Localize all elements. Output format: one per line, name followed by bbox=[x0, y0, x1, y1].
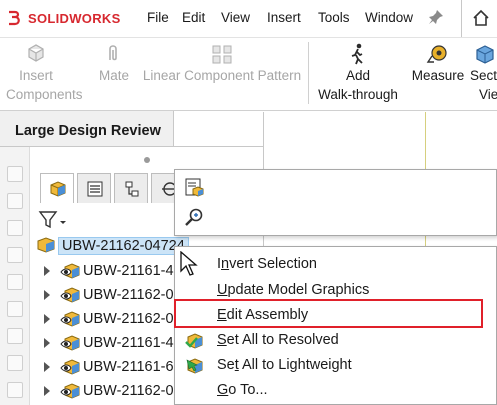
add-walkthrough-button[interactable]: Add Walk-through bbox=[314, 42, 402, 104]
lightweight-part-icon bbox=[60, 311, 80, 327]
measure-button[interactable]: Measure bbox=[410, 42, 466, 85]
pin-icon[interactable] bbox=[428, 9, 444, 25]
section-view-icon bbox=[476, 45, 494, 64]
lightweight-part-icon bbox=[60, 383, 80, 399]
expand-arrow-icon[interactable] bbox=[44, 266, 50, 276]
expand-arrow-icon[interactable] bbox=[44, 362, 50, 372]
strip-tool-icon-2[interactable] bbox=[7, 193, 23, 209]
insert-components-button[interactable]: Insert Components bbox=[6, 42, 83, 104]
menu-insert[interactable]: Insert bbox=[267, 10, 301, 25]
add-walkthrough-label-1: Add bbox=[345, 68, 371, 83]
menu-item-set-all-to-resolved[interactable]: Set All to Resolved bbox=[175, 328, 496, 353]
zoom-to-selection-icon[interactable] bbox=[184, 207, 204, 227]
strip-tool-icon-9[interactable] bbox=[7, 382, 23, 398]
expand-arrow-icon[interactable] bbox=[44, 290, 50, 300]
tab-property-manager[interactable] bbox=[77, 173, 111, 203]
menu-edit[interactable]: Edit bbox=[182, 10, 205, 25]
ds-logo-icon bbox=[9, 10, 20, 26]
section-view-label-2: Vie bbox=[479, 87, 497, 102]
tree-root-label: UBW-21162-04724 bbox=[58, 237, 189, 255]
tab-feature-manager[interactable] bbox=[40, 173, 74, 203]
tree-item-label: UBW-21162-0 bbox=[83, 311, 174, 327]
tab-large-design-review[interactable]: Large Design Review bbox=[0, 111, 174, 147]
section-view-button[interactable]: Sect Vie bbox=[470, 42, 497, 104]
component-properties-icon[interactable] bbox=[184, 177, 204, 197]
assembly-cube-icon bbox=[50, 181, 66, 197]
section-view-label-1: Sect bbox=[470, 68, 497, 83]
expand-arrow-icon[interactable] bbox=[44, 314, 50, 324]
tab-large-design-review-label: Large Design Review bbox=[15, 123, 161, 139]
solidworks-logo[interactable]: SOLIDWORKS bbox=[6, 6, 121, 30]
menu-item-invert-selection[interactable]: Invert Selection bbox=[175, 252, 496, 277]
context-toolbar bbox=[174, 169, 497, 236]
configuration-tree-icon bbox=[125, 181, 139, 197]
mate-label: Mate bbox=[98, 68, 129, 83]
strip-tool-icon-7[interactable] bbox=[7, 328, 23, 344]
add-walkthrough-label-2: Walk-through bbox=[318, 87, 398, 102]
insert-components-label-1: Insert bbox=[19, 68, 53, 83]
strip-tool-icon-4[interactable] bbox=[7, 247, 23, 263]
expand-arrow-icon[interactable] bbox=[44, 338, 50, 348]
menu-item-label: Update Model Graphics bbox=[217, 282, 370, 298]
measure-tape-icon bbox=[426, 45, 447, 63]
measure-label: Measure bbox=[411, 68, 465, 83]
tree-item-label: UBW-21161-4 bbox=[83, 263, 174, 279]
set-resolved-icon bbox=[185, 333, 203, 349]
brand-name: SOLIDWORKS bbox=[28, 10, 121, 26]
lightweight-part-icon bbox=[60, 359, 80, 375]
strip-tool-icon-1[interactable] bbox=[7, 166, 23, 182]
mate-button[interactable]: Mate bbox=[96, 42, 132, 85]
tree-filter-button[interactable] bbox=[38, 209, 68, 231]
mouse-cursor-icon bbox=[180, 251, 198, 276]
expand-arrow-icon[interactable] bbox=[44, 386, 50, 396]
walkthrough-icon bbox=[351, 43, 363, 65]
ribbon-separator bbox=[308, 42, 309, 104]
command-manager: Insert Components Mate Linear Component … bbox=[0, 37, 497, 111]
linear-pattern-label: Linear Component Pattern bbox=[142, 68, 302, 83]
insert-components-label-2: Components bbox=[6, 87, 83, 102]
strip-tool-icon-5[interactable] bbox=[7, 274, 23, 290]
menu-item-label: Set All to Lightweight bbox=[217, 357, 352, 373]
panel-splitter-handle[interactable] bbox=[144, 157, 150, 163]
menu-item-go-to[interactable]: Go To... bbox=[175, 378, 496, 403]
property-list-icon bbox=[87, 181, 103, 197]
menu-item-label: Go To... bbox=[217, 382, 268, 398]
tree-item-label: UBW-21161-6 bbox=[83, 359, 174, 375]
insert-components-icon bbox=[28, 44, 44, 62]
strip-tool-icon-3[interactable] bbox=[7, 220, 23, 236]
menu-item-update-model-graphics[interactable]: Update Model Graphics bbox=[175, 278, 496, 303]
lightweight-part-icon bbox=[60, 287, 80, 303]
home-icon bbox=[473, 9, 489, 26]
linear-pattern-icon bbox=[212, 45, 232, 64]
set-lightweight-icon bbox=[186, 358, 203, 374]
tab-configuration-manager[interactable] bbox=[114, 173, 148, 203]
menu-window[interactable]: Window bbox=[365, 10, 413, 25]
menu-item-label: Set All to Resolved bbox=[217, 332, 339, 348]
filter-funnel-icon bbox=[38, 211, 66, 229]
menu-item-edit-assembly[interactable]: Edit Assembly bbox=[175, 303, 496, 328]
linear-component-pattern-button[interactable]: Linear Component Pattern bbox=[139, 42, 305, 85]
tab-dimxpert-manager[interactable] bbox=[151, 173, 178, 203]
tree-item-label: UBW-21162-0 bbox=[83, 383, 174, 399]
strip-tool-icon-6[interactable] bbox=[7, 301, 23, 317]
strip-tool-icon-8[interactable] bbox=[7, 355, 23, 371]
tree-item-label: UBW-21162-0 bbox=[83, 287, 174, 303]
menu-bar: SOLIDWORKS File Edit View Insert Tools W… bbox=[0, 0, 497, 37]
menu-item-set-all-to-lightweight[interactable]: Set All to Lightweight bbox=[175, 353, 496, 378]
lightweight-part-icon bbox=[60, 335, 80, 351]
left-tool-strip bbox=[0, 147, 30, 405]
menu-item-label: Edit Assembly bbox=[217, 307, 309, 323]
menu-tools[interactable]: Tools bbox=[318, 10, 350, 25]
paperclip-icon bbox=[109, 45, 117, 61]
home-button[interactable] bbox=[461, 0, 497, 37]
lightweight-part-icon bbox=[60, 263, 80, 279]
menu-item-label: Invert Selection bbox=[217, 256, 317, 272]
menu-view[interactable]: View bbox=[221, 10, 250, 25]
tree-item-label: UBW-21161-4 bbox=[83, 335, 174, 351]
context-menu: Invert Selection Update Model Graphics E… bbox=[174, 246, 497, 405]
assembly-icon bbox=[37, 237, 55, 253]
menu-file[interactable]: File bbox=[147, 10, 169, 25]
